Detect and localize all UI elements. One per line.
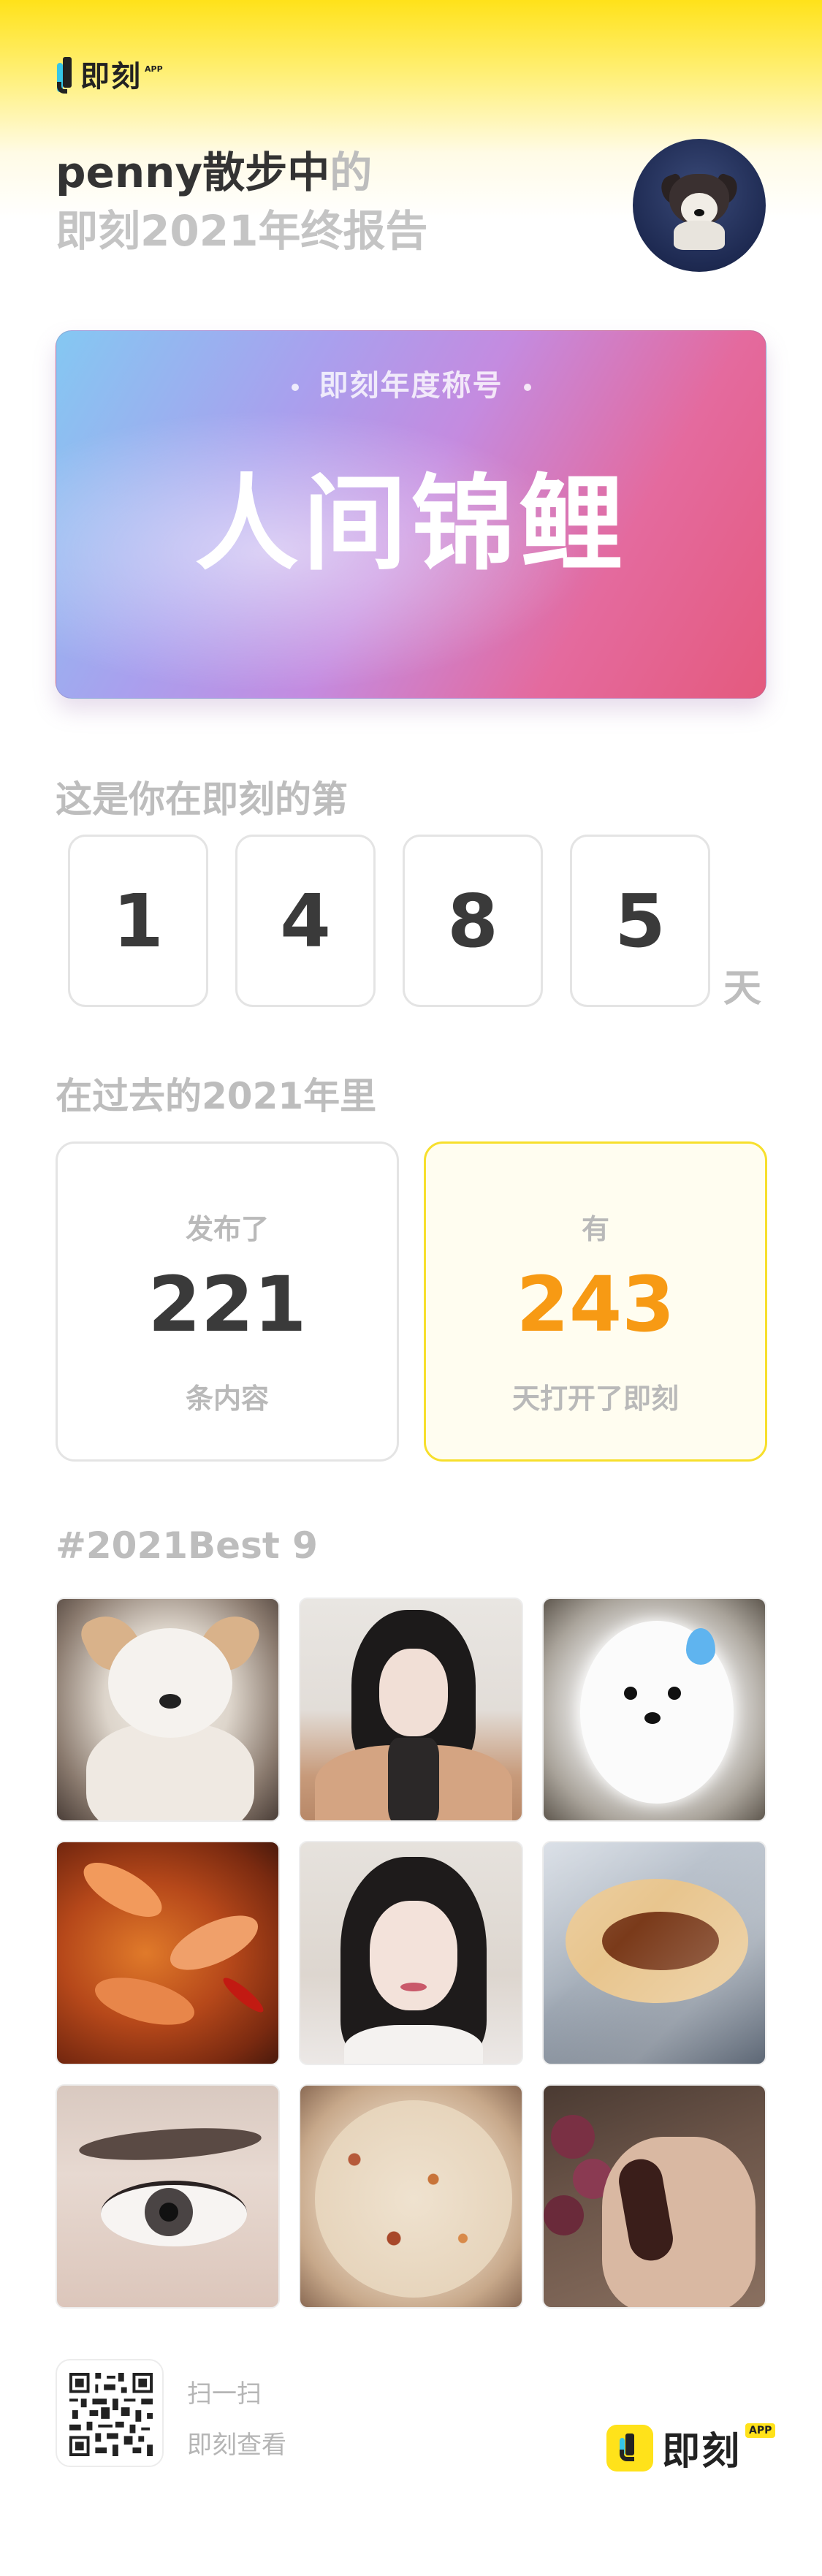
view-in-app-text: 即刻查看 <box>187 2431 286 2460</box>
day-digit-box: 8 <box>403 835 543 1007</box>
report-headline: penny散步中的 即刻2021年终报告 <box>56 143 427 260</box>
username: penny散步中 <box>56 148 330 197</box>
best9-heading: #2021Best 9 <box>56 1524 318 1567</box>
jike-logo-icon <box>606 2424 653 2471</box>
qr-code-icon <box>69 2373 153 2456</box>
username-suffix: 的 <box>330 148 373 197</box>
report-title: 即刻2021年终报告 <box>56 206 428 256</box>
selfie-photo[interactable] <box>299 1841 523 2065</box>
brand-app-badge: APP <box>145 64 163 74</box>
posts-stat-bottom: 条内容 <box>185 1383 269 1415</box>
posts-stat-top: 发布了 <box>185 1213 269 1245</box>
opens-stat-card: 有 243 天打开了即刻 <box>424 1141 767 1462</box>
day-digit-box: 4 <box>235 835 376 1007</box>
crayfish-photo[interactable] <box>56 1841 280 2065</box>
puppy-photo[interactable] <box>56 1597 280 1822</box>
opens-stat-top: 有 <box>581 1213 609 1245</box>
opens-stat-bottom: 天打开了即刻 <box>511 1383 679 1415</box>
brand-name: 即刻 <box>80 60 142 94</box>
eye-closeup-photo[interactable] <box>56 2084 280 2309</box>
days-heading: 这是你在即刻的第 <box>56 778 348 821</box>
posts-stat-card: 发布了 221 条内容 <box>56 1141 399 1462</box>
fried-rice-photo[interactable] <box>299 2084 523 2309</box>
title-card-label-row: 即刻年度称号 <box>56 362 766 404</box>
footer-brand-app-badge: APP <box>745 2423 776 2438</box>
dot-icon <box>291 384 299 391</box>
opens-stat-value: 243 <box>516 1260 675 1349</box>
day-unit: 天 <box>723 967 762 1011</box>
scan-text: 扫一扫 <box>187 2379 262 2409</box>
dot-icon <box>523 384 531 391</box>
grapes-hand-photo[interactable] <box>542 2084 766 2309</box>
day-digit-box: 1 <box>68 835 208 1007</box>
day-digit-box: 5 <box>570 835 710 1007</box>
posts-stat-value: 221 <box>148 1260 307 1349</box>
portrait-photo[interactable] <box>299 1597 523 1822</box>
footer-brand-name: 即刻 <box>662 2430 742 2474</box>
sweat-drop-icon <box>686 1628 715 1665</box>
jike-logo-icon <box>57 57 73 96</box>
title-card-label: 即刻年度称号 <box>319 369 503 403</box>
year-heading: 在过去的2021年里 <box>56 1075 377 1117</box>
brand-logo-bottom: 即刻 APP <box>606 2420 776 2475</box>
white-dog-photo[interactable] <box>542 1597 766 1822</box>
qr-code[interactable] <box>56 2359 164 2467</box>
avatar[interactable] <box>633 139 766 272</box>
annual-title: 人间锦鲤 <box>194 464 628 585</box>
roujiamo-photo[interactable] <box>542 1841 766 2065</box>
headline-user-line: penny散步中的 <box>56 143 427 202</box>
brand-logo-top: 即刻 APP <box>57 57 163 96</box>
annual-title-card: 即刻年度称号 人间锦鲤 <box>56 330 766 699</box>
